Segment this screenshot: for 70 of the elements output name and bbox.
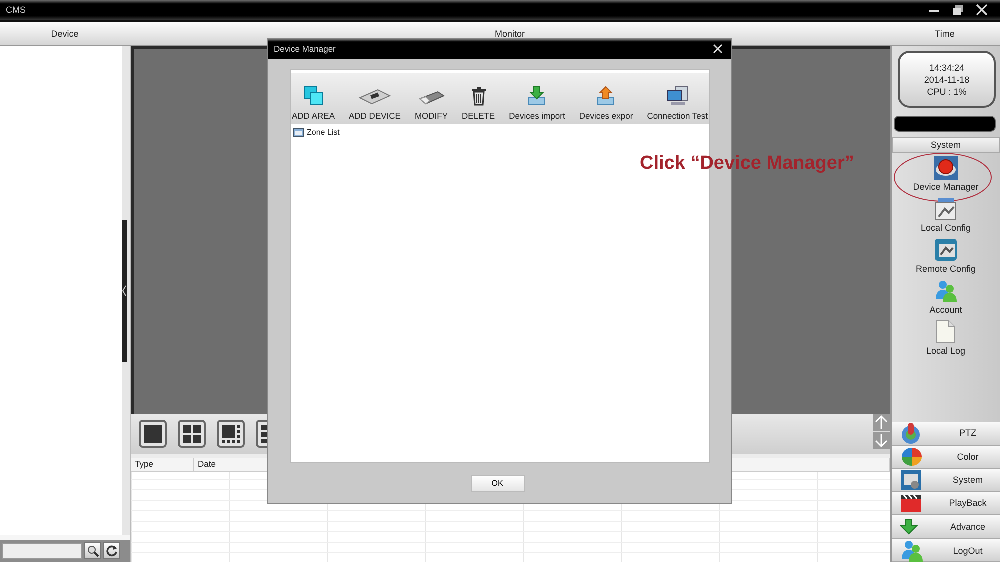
users-icon <box>934 279 958 303</box>
menu-button[interactable]: System <box>892 468 1000 492</box>
circuit-board-icon <box>358 88 392 106</box>
toolbar-button[interactable]: ADD AREA <box>292 86 335 121</box>
joystick-icon <box>900 422 922 444</box>
computers-icon <box>666 86 689 106</box>
import-icon <box>527 86 548 106</box>
config-window-icon <box>900 468 922 491</box>
section-header: System <box>892 137 1000 153</box>
menu-item[interactable]: Remote Config <box>892 238 1000 279</box>
menu-item[interactable]: Local Config <box>892 197 1000 238</box>
menu-button[interactable]: PTZ <box>892 422 1000 446</box>
annotation-text: Click “Device Manager” <box>640 153 854 174</box>
layout-button[interactable] <box>139 420 167 448</box>
down-arrow-icon <box>900 518 918 535</box>
layout-button[interactable] <box>217 420 245 448</box>
toolbar-button[interactable]: DELETE <box>462 86 496 121</box>
users-icon <box>900 538 924 562</box>
down-arrow-icon <box>875 433 888 448</box>
restore-icon <box>952 4 964 16</box>
chevron-left-icon <box>122 284 127 296</box>
toolbar-button[interactable]: MODIFY <box>414 90 448 121</box>
refresh-icon <box>106 544 118 556</box>
section-header: Device <box>50 28 80 40</box>
menu-item[interactable]: Account <box>892 279 1000 320</box>
up-arrow-icon <box>875 415 888 430</box>
menu-item[interactable]: Local Log <box>892 320 1000 361</box>
menu-button[interactable]: Advance <box>892 515 1000 539</box>
pie-chart-icon <box>900 446 924 467</box>
search-icon <box>86 544 98 556</box>
menu-button[interactable]: PlayBack <box>892 492 1000 516</box>
tree-item[interactable]: Zone List <box>307 128 340 136</box>
column-header: Type <box>131 458 194 471</box>
toolbar-button[interactable]: ADD DEVICE <box>349 88 401 121</box>
collapse-handle[interactable] <box>122 220 127 362</box>
scroll-up-button[interactable] <box>873 414 890 431</box>
dialog-title: Device Manager <box>274 44 337 54</box>
menu-button[interactable]: LogOut <box>892 538 1000 562</box>
six-view-icon <box>221 424 241 444</box>
toolbar-button[interactable]: Devices expor <box>579 86 634 121</box>
time-text: 14:34:24 <box>929 62 965 72</box>
close-button[interactable] <box>711 42 725 56</box>
refresh-button[interactable] <box>103 542 120 559</box>
section-header: Monitor <box>494 28 526 40</box>
ok-button[interactable]: OK <box>470 474 524 492</box>
close-icon <box>976 4 988 16</box>
close-icon <box>711 42 725 56</box>
usb-drive-icon <box>418 90 446 106</box>
layout-button[interactable] <box>178 420 206 448</box>
remote-config-icon <box>934 238 958 262</box>
document-icon <box>936 320 956 344</box>
export-icon <box>596 86 616 106</box>
scroll-down-button[interactable] <box>873 432 890 449</box>
search-button[interactable] <box>84 542 101 559</box>
cpu-usage: CPU : 1% <box>927 86 967 96</box>
clapperboard-icon <box>900 493 922 514</box>
folder-icon <box>293 127 304 137</box>
section-header: Time <box>934 28 956 40</box>
toolbar-button[interactable]: Devices import <box>509 86 566 121</box>
alarm-button-icon <box>934 156 958 180</box>
menu-button[interactable]: Color <box>892 446 1000 469</box>
config-window-icon <box>934 197 958 221</box>
layers-icon <box>304 86 324 106</box>
quad-view-icon <box>182 424 202 444</box>
trash-icon <box>470 86 487 106</box>
single-view-icon <box>143 424 163 444</box>
window-title: CMS <box>6 5 27 15</box>
toolbar-button[interactable]: Connection Test <box>647 86 708 121</box>
date-text: 2014-11-18 <box>924 74 970 84</box>
search-field[interactable] <box>2 542 82 558</box>
